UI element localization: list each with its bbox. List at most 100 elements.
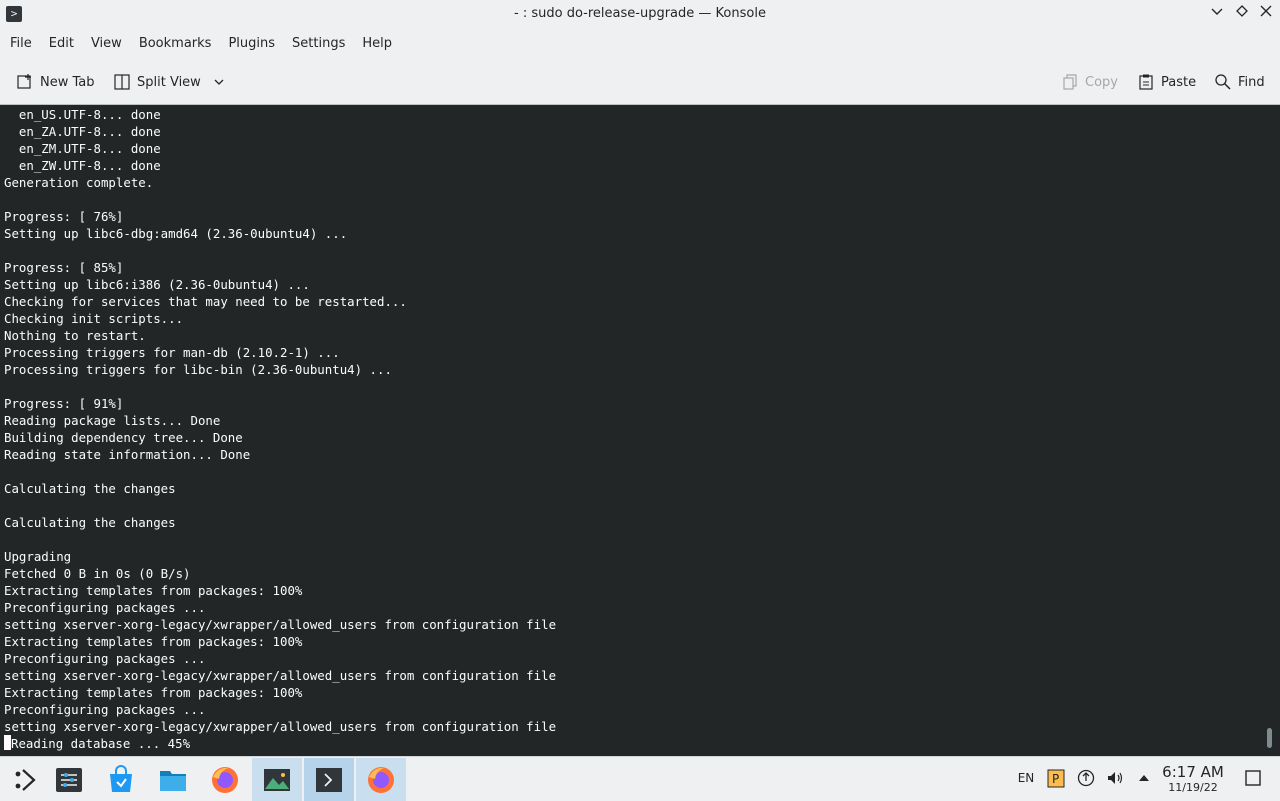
terminal-icon xyxy=(316,767,342,792)
terminal-line: en_ZA.UTF-8... done xyxy=(4,124,161,139)
terminal-line: en_ZW.UTF-8... done xyxy=(4,158,161,173)
diamond-icon xyxy=(1236,5,1248,17)
terminal-line: Setting up libc6-dbg:amd64 (2.36-0ubuntu… xyxy=(4,226,348,241)
folder-icon xyxy=(160,770,186,791)
terminal-line: Extracting templates from packages: 100% xyxy=(4,685,303,700)
taskbar-system-settings[interactable] xyxy=(44,758,94,801)
menu-file[interactable]: File xyxy=(3,29,39,59)
discover-store-icon xyxy=(110,764,132,792)
taskbar-dolphin[interactable] xyxy=(148,758,198,801)
expand-tray-icon xyxy=(1139,775,1149,781)
image-icon xyxy=(264,768,290,791)
chevron-down-icon[interactable] xyxy=(213,76,225,88)
new-tab-label: New Tab xyxy=(40,74,95,90)
close-icon xyxy=(1260,5,1272,17)
terminal-line: Calculating the changes xyxy=(4,481,176,496)
update-notifier[interactable] xyxy=(1075,767,1097,789)
window-title: - : sudo do-release-upgrade — Konsole xyxy=(514,6,766,21)
terminal-current-line: (Reading database ... 45% xyxy=(4,735,556,752)
taskbar-discover[interactable] xyxy=(96,758,146,801)
new-tab-icon xyxy=(17,74,31,89)
terminal-line: Progress: [ 85%] xyxy=(4,260,124,275)
clipboard-icon: P xyxy=(1047,769,1065,788)
chevron-down-icon xyxy=(1211,8,1223,15)
application-launcher[interactable] xyxy=(0,758,50,801)
terminal-line: Upgrading xyxy=(4,549,72,564)
terminal-line: setting xserver-xorg-legacy/xwrapper/all… xyxy=(4,719,557,734)
taskbar-image-viewer[interactable] xyxy=(252,758,302,801)
split-view-label: Split View xyxy=(137,74,201,90)
terminal-line: Progress: [ 76%] xyxy=(4,209,124,224)
find-button[interactable]: Find xyxy=(1214,70,1265,94)
clock-time[interactable]: 6:17 AM xyxy=(1156,763,1230,781)
terminal-line: en_ZM.UTF-8... done xyxy=(4,141,161,156)
menu-bookmarks[interactable]: Bookmarks xyxy=(132,29,219,59)
taskbar-konsole[interactable] xyxy=(304,758,354,801)
show-desktop-button[interactable] xyxy=(1242,767,1264,789)
terminal-current-text: Reading database ... 45% xyxy=(11,736,191,751)
menu-edit[interactable]: Edit xyxy=(42,29,81,59)
split-view-button[interactable]: Split View xyxy=(113,70,225,94)
terminal-line: Nothing to restart. xyxy=(4,328,146,343)
terminal-line: Checking init scripts... xyxy=(4,311,184,326)
copy-icon xyxy=(1063,74,1077,90)
paste-icon xyxy=(1139,74,1153,90)
terminal-line: Checking for services that may need to b… xyxy=(4,294,407,309)
settings-icon xyxy=(56,767,82,792)
taskbar: EN P 6:17 AM 11/19/22 xyxy=(0,756,1280,801)
terminal-line: Reading package lists... Done xyxy=(4,413,221,428)
copy-button[interactable]: Copy xyxy=(1061,70,1118,94)
menu-help[interactable]: Help xyxy=(355,29,399,59)
terminal-line: Progress: [ 91%] xyxy=(4,396,124,411)
close-button[interactable] xyxy=(1256,4,1276,24)
terminal-line: Extracting templates from packages: 100% xyxy=(4,634,303,649)
menu-view[interactable]: View xyxy=(84,29,129,59)
maximize-button[interactable] xyxy=(1232,4,1252,24)
update-icon xyxy=(1077,769,1095,787)
terminal-view[interactable]: en_US.UTF-8... done en_ZA.UTF-8... done … xyxy=(0,105,1280,756)
minimize-button[interactable] xyxy=(1207,4,1227,24)
menu-settings[interactable]: Settings xyxy=(285,29,352,59)
expand-tray-button[interactable] xyxy=(1133,767,1155,789)
terminal-line: Calculating the changes xyxy=(4,515,176,530)
terminal-line: Reading state information... Done xyxy=(4,447,251,462)
terminal-cursor xyxy=(4,735,11,750)
show-desktop-icon xyxy=(1245,770,1261,786)
paste-button[interactable]: Paste xyxy=(1137,70,1196,94)
new-tab-button[interactable]: New Tab xyxy=(16,70,95,94)
clipboard-button[interactable]: P xyxy=(1045,767,1067,789)
window-titlebar[interactable]: > - : sudo do-release-upgrade — Konsole xyxy=(0,0,1280,29)
terminal-scrollbar[interactable] xyxy=(1267,728,1272,748)
terminal-line: Processing triggers for man-db (2.10.2-1… xyxy=(4,345,340,360)
terminal-line: setting xserver-xorg-legacy/xwrapper/all… xyxy=(4,617,557,632)
keyboard-layout-indicator[interactable]: EN xyxy=(1015,767,1037,789)
menu-plugins[interactable]: Plugins xyxy=(221,29,282,59)
volume-control[interactable] xyxy=(1104,767,1126,789)
terminal-line: Preconfiguring packages ... xyxy=(4,651,206,666)
terminal-line: Setting up libc6:i386 (2.36-0ubuntu4) ..… xyxy=(4,277,310,292)
terminal-line: Processing triggers for libc-bin (2.36-0… xyxy=(4,362,392,377)
terminal-line: Generation complete. xyxy=(4,175,154,190)
paste-label: Paste xyxy=(1161,74,1197,90)
kde-launcher-icon xyxy=(15,768,36,791)
search-icon xyxy=(1215,74,1231,90)
terminal-line: en_US.UTF-8... done xyxy=(4,107,161,122)
terminal-line: Extracting templates from packages: 100% xyxy=(4,583,303,598)
taskbar-firefox[interactable] xyxy=(200,758,250,801)
terminal-line: Preconfiguring packages ... xyxy=(4,702,206,717)
terminal-line: setting xserver-xorg-legacy/xwrapper/all… xyxy=(4,668,557,683)
firefox-icon xyxy=(368,766,394,793)
toolbar: New Tab Split View Copy Paste Find xyxy=(0,59,1280,105)
taskbar-firefox-window[interactable] xyxy=(356,758,406,801)
terminal-line: Fetched 0 B in 0s (0 B/s) xyxy=(4,566,191,581)
clock-date[interactable]: 11/19/22 xyxy=(1156,781,1230,794)
find-label: Find xyxy=(1238,74,1265,90)
svg-text:P: P xyxy=(1052,772,1059,786)
copy-label: Copy xyxy=(1085,74,1118,90)
menu-bar: File Edit View Bookmarks Plugins Setting… xyxy=(0,29,1280,59)
